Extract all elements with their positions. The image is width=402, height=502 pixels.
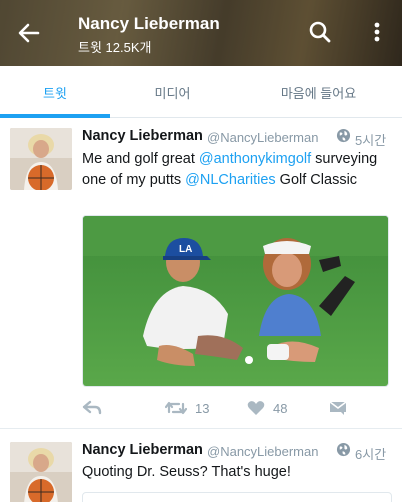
- tweet-actions: 13 48: [0, 396, 402, 420]
- header-tweet-count: 트윗 12.5K개: [78, 40, 152, 55]
- tab-tweets[interactable]: 트윗: [0, 66, 110, 118]
- tab-likes[interactable]: 마음에 들어요: [235, 66, 402, 118]
- tab-media[interactable]: 미디어: [110, 66, 235, 118]
- tweet-text-part: Golf Classic: [275, 172, 358, 188]
- tweet-photo[interactable]: LA: [82, 215, 389, 387]
- globe-icon: [336, 128, 351, 143]
- tweet-author-handle[interactable]: @NancyLieberman: [207, 130, 318, 145]
- retweet-count: 13: [195, 400, 210, 416]
- reply-button[interactable]: [82, 398, 102, 418]
- mention-link[interactable]: @NLCharities: [185, 172, 275, 188]
- profile-tabs: 트윗 미디어 마음에 들어요: [0, 66, 402, 118]
- tweet-time: 5시간: [355, 133, 387, 148]
- tweet-text: Quoting Dr. Seuss? That's huge!: [82, 464, 291, 480]
- globe-icon: [336, 442, 351, 457]
- quoted-tweet[interactable]: [82, 492, 392, 502]
- retweet-icon: [165, 401, 187, 415]
- profile-header: Nancy Lieberman 트윗 12.5K개: [0, 0, 402, 66]
- mention-link[interactable]: @anthonykimgolf: [199, 151, 311, 167]
- more-vertical-icon: [374, 22, 380, 42]
- tweet-text-part: Me and golf great: [82, 151, 199, 167]
- arrow-left-icon: [18, 23, 40, 43]
- avatar[interactable]: [10, 128, 72, 190]
- search-button[interactable]: [306, 18, 334, 46]
- header-title: Nancy Lieberman: [78, 14, 220, 33]
- avatar-image: [10, 442, 72, 502]
- direct-message-icon: [329, 401, 347, 415]
- heart-icon: [247, 401, 265, 415]
- back-button[interactable]: [14, 18, 44, 48]
- direct-message-button[interactable]: [329, 398, 347, 418]
- profile-screen: Nancy Lieberman 트윗 12.5K개 트윗 미디어 마음에 들어요: [0, 0, 402, 502]
- avatar-image: [10, 128, 72, 190]
- like-count: 48: [273, 400, 288, 416]
- retweet-button[interactable]: 13: [165, 398, 209, 418]
- golf-photo-image: LA: [83, 216, 388, 386]
- tweet-time: 6시간: [355, 447, 387, 462]
- tweet-author-name[interactable]: Nancy Lieberman: [82, 442, 203, 458]
- reply-icon: [82, 400, 102, 415]
- tweet-text: Me and golf great @anthonykimgolf survey…: [82, 149, 392, 191]
- tweet-divider: [0, 428, 402, 429]
- active-tab-indicator: [0, 114, 110, 118]
- search-icon: [309, 21, 331, 43]
- avatar[interactable]: [10, 442, 72, 502]
- tweet-author-name[interactable]: Nancy Lieberman: [82, 128, 203, 144]
- tweet-author-handle[interactable]: @NancyLieberman: [207, 444, 318, 459]
- like-button[interactable]: 48: [247, 398, 287, 418]
- more-options-button[interactable]: [366, 18, 388, 46]
- svg-text:LA: LA: [179, 244, 192, 255]
